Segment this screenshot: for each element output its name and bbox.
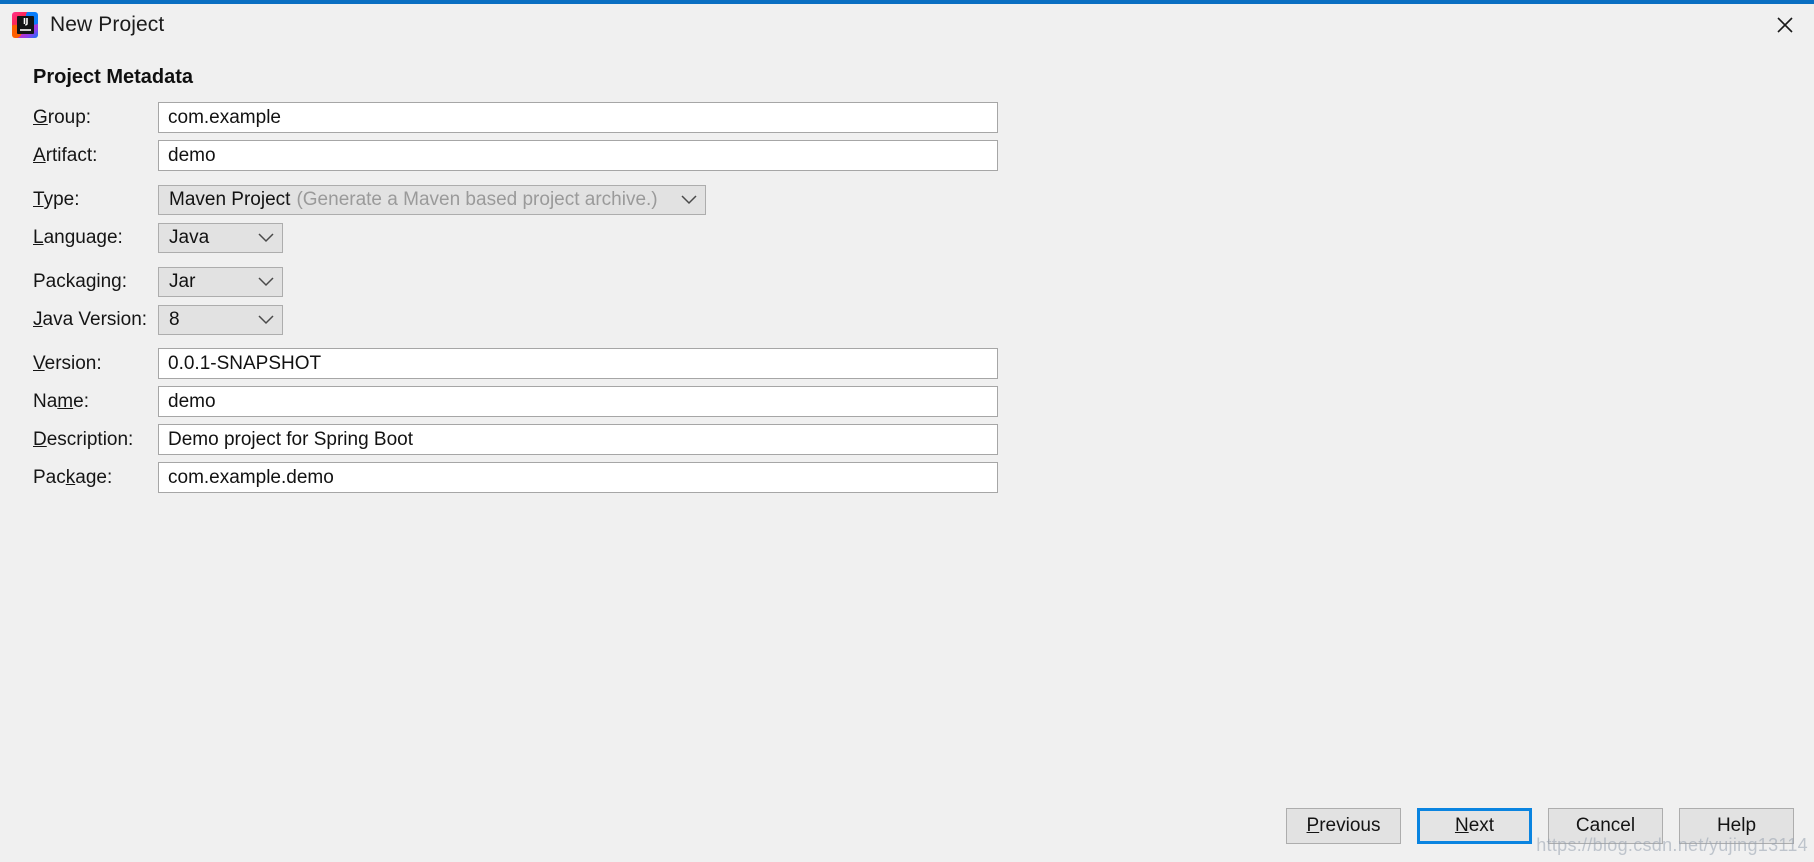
intellij-idea-icon: IJ (12, 12, 38, 38)
form-row-group: Group: com.example (33, 102, 1033, 133)
description-input-value: Demo project for Spring Boot (168, 429, 414, 450)
artifact-input[interactable]: demo (158, 140, 998, 171)
form-row-description: Description: Demo project for Spring Boo… (33, 424, 1033, 455)
type-select[interactable]: Maven Project (Generate a Maven based pr… (158, 184, 706, 215)
form-row-version: Version: 0.0.1-SNAPSHOT (33, 348, 1033, 379)
window-title: New Project (50, 13, 165, 36)
language-label: Language: (33, 226, 123, 248)
form-row-package: Package: com.example.demo (33, 462, 1033, 493)
dialog-button-bar: Previous Next Cancel Help (1286, 808, 1794, 844)
help-button[interactable]: Help (1679, 808, 1794, 844)
project-metadata-form: Group: com.example Artifact: demo Type: … (33, 102, 1033, 493)
dialog-content: Project Metadata Group: com.example Arti… (0, 46, 1814, 862)
java-version-select[interactable]: 8 (158, 304, 283, 335)
packaging-select-value: Jar (169, 270, 196, 292)
next-button[interactable]: Next (1417, 808, 1532, 844)
form-row-name: Name: demo (33, 386, 1033, 417)
artifact-input-value: demo (168, 145, 216, 166)
package-label: Package: (33, 466, 113, 488)
chevron-down-icon (240, 232, 274, 243)
form-row-type: Type: Maven Project (Generate a Maven ba… (33, 184, 1033, 215)
version-input[interactable]: 0.0.1-SNAPSHOT (158, 348, 998, 379)
packaging-select[interactable]: Jar (158, 266, 283, 297)
package-input[interactable]: com.example.demo (158, 462, 998, 493)
new-project-dialog: IJ New Project Project Metadata Group: c… (0, 0, 1814, 862)
name-input-value: demo (168, 391, 216, 412)
description-label: Description: (33, 428, 134, 450)
form-row-artifact: Artifact: demo (33, 140, 1033, 171)
package-input-value: com.example.demo (168, 467, 334, 488)
chevron-down-icon (240, 276, 274, 287)
close-icon[interactable] (1756, 4, 1814, 46)
group-input[interactable]: com.example (158, 102, 998, 133)
form-row-java-version: Java Version: 8 (33, 304, 1033, 335)
type-select-value: Maven Project (169, 188, 291, 210)
packaging-label: Packaging: (33, 270, 128, 292)
java-version-label: Java Version: (33, 308, 148, 330)
chevron-down-icon (663, 194, 697, 205)
name-input[interactable]: demo (158, 386, 998, 417)
language-select[interactable]: Java (158, 222, 283, 253)
page-title: Project Metadata (33, 66, 194, 88)
group-label: Group: (33, 106, 92, 128)
version-input-value: 0.0.1-SNAPSHOT (168, 353, 322, 374)
group-input-value: com.example (168, 107, 281, 128)
java-version-select-value: 8 (169, 308, 180, 330)
description-input[interactable]: Demo project for Spring Boot (158, 424, 998, 455)
type-label: Type: (33, 188, 80, 210)
cancel-button[interactable]: Cancel (1548, 808, 1663, 844)
previous-button[interactable]: Previous (1286, 808, 1401, 844)
artifact-label: Artifact: (33, 144, 98, 166)
form-row-packaging: Packaging: Jar (33, 266, 1033, 297)
name-label: Name: (33, 390, 89, 412)
title-bar: IJ New Project (0, 4, 1814, 46)
version-label: Version: (33, 352, 102, 374)
chevron-down-icon (240, 314, 274, 325)
language-select-value: Java (169, 226, 210, 248)
type-select-hint: (Generate a Maven based project archive.… (296, 188, 658, 210)
form-row-language: Language: Java (33, 222, 1033, 253)
